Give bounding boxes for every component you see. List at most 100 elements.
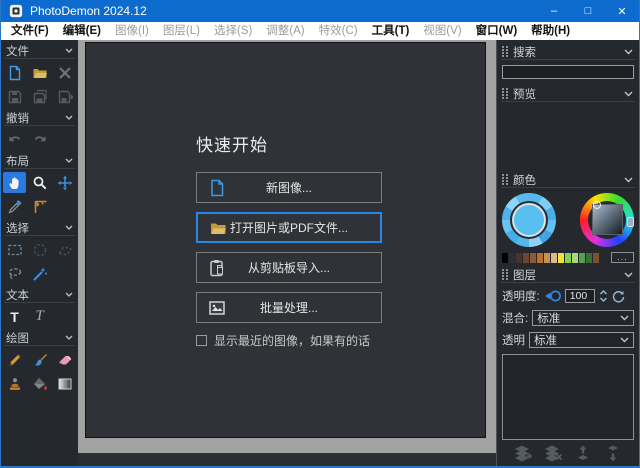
chevron-down-icon — [65, 335, 73, 340]
opacity-spinner[interactable] — [599, 289, 608, 303]
app-logo-icon — [9, 4, 23, 18]
chevron-down-icon[interactable] — [624, 49, 633, 55]
toolbox-section-paint[interactable]: 绘图 — [4, 331, 75, 346]
left-toolbox: 文件 撤销 布局 选择 文本 T T 绘图 — [1, 40, 78, 466]
search-input[interactable] — [502, 65, 634, 79]
alpha-mode-select[interactable]: 标准 — [529, 332, 634, 348]
batch-process-button[interactable]: 批量处理... — [196, 292, 382, 323]
palette-more-button[interactable]: ... — [611, 252, 634, 263]
chevron-down-icon[interactable] — [624, 177, 633, 183]
save-as-tool — [53, 86, 76, 107]
close-image-tool[interactable] — [53, 62, 76, 83]
lasso-select-tool[interactable] — [3, 263, 26, 284]
toolbox-section-layout[interactable]: 布局 — [4, 154, 75, 169]
polygon-select-icon — [57, 242, 73, 258]
minimize-button[interactable]: – — [537, 0, 571, 22]
preview-panel-title: 预览 — [513, 88, 536, 101]
blend-mode-select[interactable]: 标准 — [532, 310, 634, 326]
opacity-slider[interactable] — [544, 289, 561, 303]
new-image-tool[interactable] — [3, 62, 26, 83]
preview-empty-area — [501, 104, 635, 170]
color-panel-header[interactable]: 颜色 — [501, 172, 635, 188]
opacity-row: 透明度: 100 — [502, 288, 634, 304]
menu-help[interactable]: 帮助(H) — [524, 22, 577, 40]
color-panel-title: 颜色 — [513, 174, 536, 187]
paste-clipboard-button[interactable]: 从剪贴板导入... — [196, 252, 382, 283]
text-tool-icon: T — [10, 308, 19, 325]
clone-stamp-tool[interactable] — [3, 373, 26, 394]
checkbox-unchecked[interactable] — [196, 335, 207, 346]
search-panel-header[interactable]: 搜索 — [501, 44, 635, 60]
gradient-tool[interactable] — [53, 373, 76, 394]
menu-effects: 特效(C) — [318, 25, 358, 37]
open-file-button-label: 打开图片或PDF文件... — [229, 221, 348, 235]
preview-panel-header[interactable]: 预览 — [501, 86, 635, 102]
chevron-down-icon — [65, 158, 73, 163]
hue-selection-marker[interactable] — [627, 217, 634, 227]
quick-start-title: 快速开始 — [196, 136, 268, 155]
toolbox-section-undo[interactable]: 撤销 — [4, 111, 75, 126]
menu-select: 选择(S) — [213, 25, 253, 37]
magic-wand-tool[interactable] — [28, 263, 51, 284]
polygon-select-tool[interactable] — [53, 239, 76, 260]
show-recent-checkbox-label: 显示最近的图像，如果有的话 — [214, 334, 371, 348]
toolbox-section-text[interactable]: 文本 — [4, 288, 75, 303]
basic-text-tool[interactable]: T — [3, 306, 26, 327]
toolbox-section-select[interactable]: 选择 — [4, 221, 75, 236]
new-image-button-label: 新图像... — [265, 181, 312, 195]
pencil-icon — [7, 352, 23, 368]
close-button[interactable]: ✕ — [605, 0, 639, 22]
opacity-reset-icon[interactable] — [612, 290, 625, 303]
color-picker-tool[interactable] — [3, 196, 26, 217]
pencil-tool[interactable] — [3, 349, 26, 370]
hand-tool[interactable] — [3, 172, 26, 193]
opacity-value-input[interactable]: 100 — [564, 289, 595, 303]
chevron-down-icon — [65, 292, 73, 297]
zoom-tool[interactable] — [28, 172, 51, 193]
quick-start-window: 快速开始 新图像... 打开图片或PDF文件... 从剪贴板导入... 批量处理… — [85, 42, 486, 438]
drag-grip-icon[interactable] — [502, 46, 508, 57]
mdi-background: 快速开始 新图像... 打开图片或PDF文件... 从剪贴板导入... 批量处理… — [78, 40, 496, 453]
magic-wand-icon — [32, 266, 48, 282]
color-harmony-wheel[interactable] — [502, 193, 556, 247]
show-recent-checkbox-row[interactable]: 显示最近的图像，如果有的话 — [196, 332, 382, 349]
batch-process-button-label: 批量处理... — [259, 301, 318, 315]
fill-tool[interactable] — [28, 373, 51, 394]
menu-file[interactable]: 文件(F) — [4, 22, 56, 40]
new-image-button[interactable]: 新图像... — [196, 172, 382, 203]
toolbox-section-file[interactable]: 文件 — [4, 44, 75, 59]
layers-panel-header[interactable]: 图层 — [501, 267, 635, 283]
save-copy-icon — [32, 89, 48, 105]
menu-tools[interactable]: 工具(T) — [365, 22, 417, 40]
opacity-label: 透明度: — [502, 291, 540, 303]
measure-tool[interactable] — [28, 196, 51, 217]
window-title: PhotoDemon 2024.12 — [30, 4, 147, 18]
menu-window[interactable]: 窗口(W) — [469, 22, 525, 40]
menu-edit[interactable]: 编辑(E) — [56, 22, 108, 40]
paintbrush-tool[interactable] — [28, 349, 51, 370]
chevron-down-icon[interactable] — [624, 272, 633, 278]
move-tool[interactable] — [53, 172, 76, 193]
hue-wheel[interactable] — [580, 193, 634, 247]
drag-grip-icon[interactable] — [502, 88, 508, 99]
layers-list[interactable] — [502, 354, 634, 440]
save-tool — [3, 86, 26, 107]
measure-icon — [32, 199, 48, 215]
chevron-down-icon[interactable] — [624, 91, 633, 97]
rect-select-tool[interactable] — [3, 239, 26, 260]
layers-panel-title: 图层 — [513, 269, 536, 282]
alpha-mode-row: 透明 标准 — [502, 332, 634, 348]
eraser-tool[interactable] — [53, 349, 76, 370]
drag-grip-icon[interactable] — [502, 269, 508, 280]
maximize-button[interactable]: □ — [571, 0, 605, 22]
advanced-text-tool[interactable]: T — [28, 306, 51, 327]
current-color-swatch[interactable] — [510, 201, 548, 239]
sv-selection-marker[interactable] — [593, 201, 601, 209]
save-floppy-icon — [7, 89, 23, 105]
chevron-down-icon — [65, 225, 73, 230]
drag-grip-icon[interactable] — [502, 174, 508, 185]
open-image-tool[interactable] — [28, 62, 51, 83]
ellipse-select-tool[interactable] — [28, 239, 51, 260]
open-file-button[interactable]: 打开图片或PDF文件... — [196, 212, 382, 243]
raise-layer-icon — [573, 445, 593, 462]
